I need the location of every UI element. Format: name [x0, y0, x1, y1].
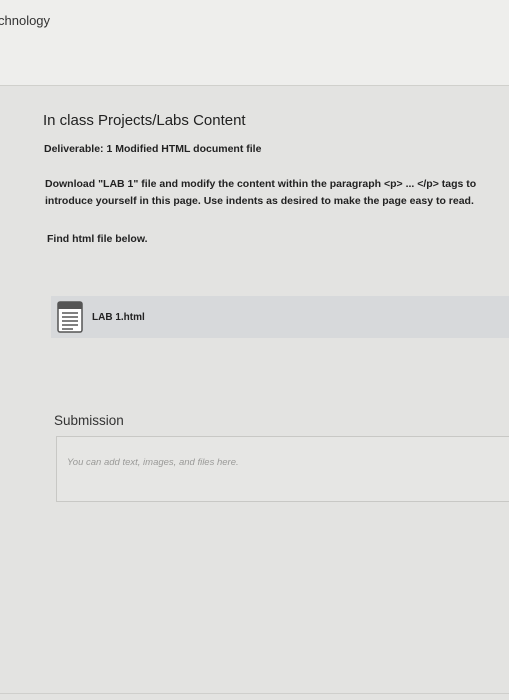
submission-title: Submission: [54, 413, 124, 428]
file-name[interactable]: LAB 1.html: [92, 312, 145, 323]
instructions-text: Download "LAB 1" file and modify the con…: [45, 178, 477, 207]
bottom-divider: [0, 693, 509, 694]
file-attachment-lab1[interactable]: LAB 1.html: [51, 296, 509, 338]
page-header: chnology: [0, 0, 509, 86]
header-title: chnology: [0, 13, 51, 28]
find-file-text: Find html file below.: [47, 233, 148, 245]
html-file-icon: [57, 301, 83, 333]
submission-editor[interactable]: You can add text, images, and files here…: [56, 436, 509, 502]
section-title: In class Projects/Labs Content: [43, 112, 246, 129]
submission-placeholder: You can add text, images, and files here…: [67, 457, 239, 468]
deliverable-text: Deliverable: 1 Modified HTML document fi…: [44, 143, 262, 155]
